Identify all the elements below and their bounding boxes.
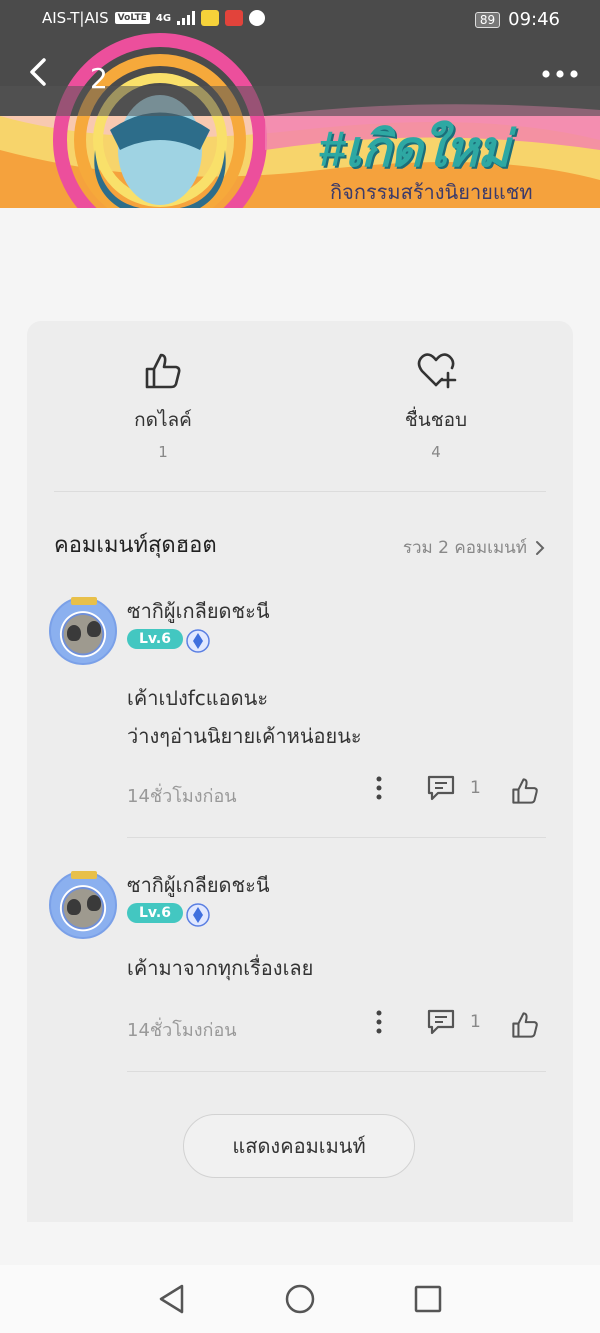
cat-icon xyxy=(87,895,101,911)
cat-icon xyxy=(67,625,81,641)
heart-plus-icon xyxy=(417,353,457,389)
like-count: 1 xyxy=(158,443,168,461)
battery-indicator: 89 xyxy=(474,11,501,28)
status-bar: AIS-T|AIS VoLTE 4G 89 09:46 xyxy=(0,0,600,40)
hot-comments-title: คอมเมนท์สุดฮอต xyxy=(54,533,217,558)
more-horizontal-icon xyxy=(542,70,578,78)
nav-recents-icon[interactable] xyxy=(412,1282,444,1316)
back-button[interactable] xyxy=(24,54,54,90)
thumbs-up-icon xyxy=(145,353,181,389)
banner-subtitle: กิจกรรมสร้างนิยายแชท xyxy=(330,180,533,204)
comment-time: 14ชั่วโมงก่อน xyxy=(127,1020,237,1041)
like-episode-button[interactable]: กดไลค์ 1 xyxy=(83,349,243,461)
chevron-right-icon xyxy=(536,540,545,555)
notification-app-icon xyxy=(225,10,244,26)
comment-text: เค้าเปงfcแอดนะ ว่างๆอ่านนิยายเค้าหน่อยนะ xyxy=(127,679,362,755)
more-vertical-icon[interactable] xyxy=(371,775,387,801)
divider xyxy=(127,837,546,838)
divider xyxy=(54,491,546,492)
comment-total-label: รวม 2 คอมเมนท์ xyxy=(402,538,527,558)
avatar[interactable] xyxy=(49,871,117,939)
volte-badge: VoLTE xyxy=(114,12,150,24)
signal-icon xyxy=(177,11,196,25)
favorite-count: 4 xyxy=(431,443,441,461)
nav-home-icon[interactable] xyxy=(284,1282,316,1316)
episode-number: 2 xyxy=(90,62,108,95)
level-badge: Lv.6 xyxy=(127,903,183,923)
divider xyxy=(127,1071,546,1072)
favorite-button[interactable]: ชื่นชอบ 4 xyxy=(356,349,516,461)
comment-icon xyxy=(427,1009,455,1035)
crown-icon xyxy=(71,597,97,605)
reply-count: 1 xyxy=(470,778,481,798)
nav-back-icon[interactable] xyxy=(156,1282,188,1316)
comment-time: 14ชั่วโมงก่อน xyxy=(127,786,237,807)
level-badge: Lv.6 xyxy=(127,629,183,649)
more-options-button[interactable] xyxy=(540,56,580,92)
cat-icon xyxy=(87,621,101,637)
carrier-label: AIS-T|AIS xyxy=(42,9,109,27)
comment-line: เค้าเปงfcแอดนะ xyxy=(127,686,269,710)
crown-icon xyxy=(71,871,97,879)
comments-card: กดไลค์ 1 ชื่นชอบ 4 คอมเมนท์สุดฮอต รวม 2 … xyxy=(27,321,573,1222)
comment-text: เค้ามาจากทุกเรื่องเลย xyxy=(127,949,313,987)
comment-icon xyxy=(427,775,455,801)
reply-count: 1 xyxy=(470,1012,481,1032)
chevron-left-icon xyxy=(30,58,46,86)
system-nav-bar xyxy=(0,1265,600,1333)
top-app-bar: 2 xyxy=(0,48,600,108)
more-vertical-icon[interactable] xyxy=(371,1009,387,1035)
thumbs-up-icon[interactable] xyxy=(509,775,541,807)
avatar[interactable] xyxy=(49,597,117,665)
episode-banner: #เกิดใหม่ กิจกรรมสร้างนิยายแชท AIS-T|AIS… xyxy=(0,0,600,208)
favorite-label: ชื่นชอบ xyxy=(404,409,468,431)
show-comments-button[interactable]: แสดงคอมเมนท์ xyxy=(183,1114,415,1178)
thumbs-up-icon[interactable] xyxy=(509,1009,541,1041)
diamond-badge-icon xyxy=(186,903,210,927)
commenter-name[interactable]: ซากิผู้เกลียดชะนี xyxy=(127,595,270,627)
reply-button[interactable]: 1 xyxy=(426,1007,481,1037)
commenter-name[interactable]: ซากิผู้เกลียดชะนี xyxy=(127,869,270,901)
clock: 09:46 xyxy=(508,9,560,30)
like-label: กดไลค์ xyxy=(134,409,192,431)
cat-icon xyxy=(67,899,81,915)
notification-app-icon xyxy=(201,10,220,26)
reply-button[interactable]: 1 xyxy=(426,773,481,803)
comment-line: เค้ามาจากทุกเรื่องเลย xyxy=(127,956,314,980)
all-comments-link[interactable]: รวม 2 คอมเมนท์ xyxy=(403,534,545,561)
comment-line: ว่างๆอ่านนิยายเค้าหน่อยนะ xyxy=(127,724,362,748)
network-label: 4G xyxy=(155,12,172,24)
diamond-badge-icon xyxy=(186,629,210,653)
chat-app-icon xyxy=(249,10,266,26)
